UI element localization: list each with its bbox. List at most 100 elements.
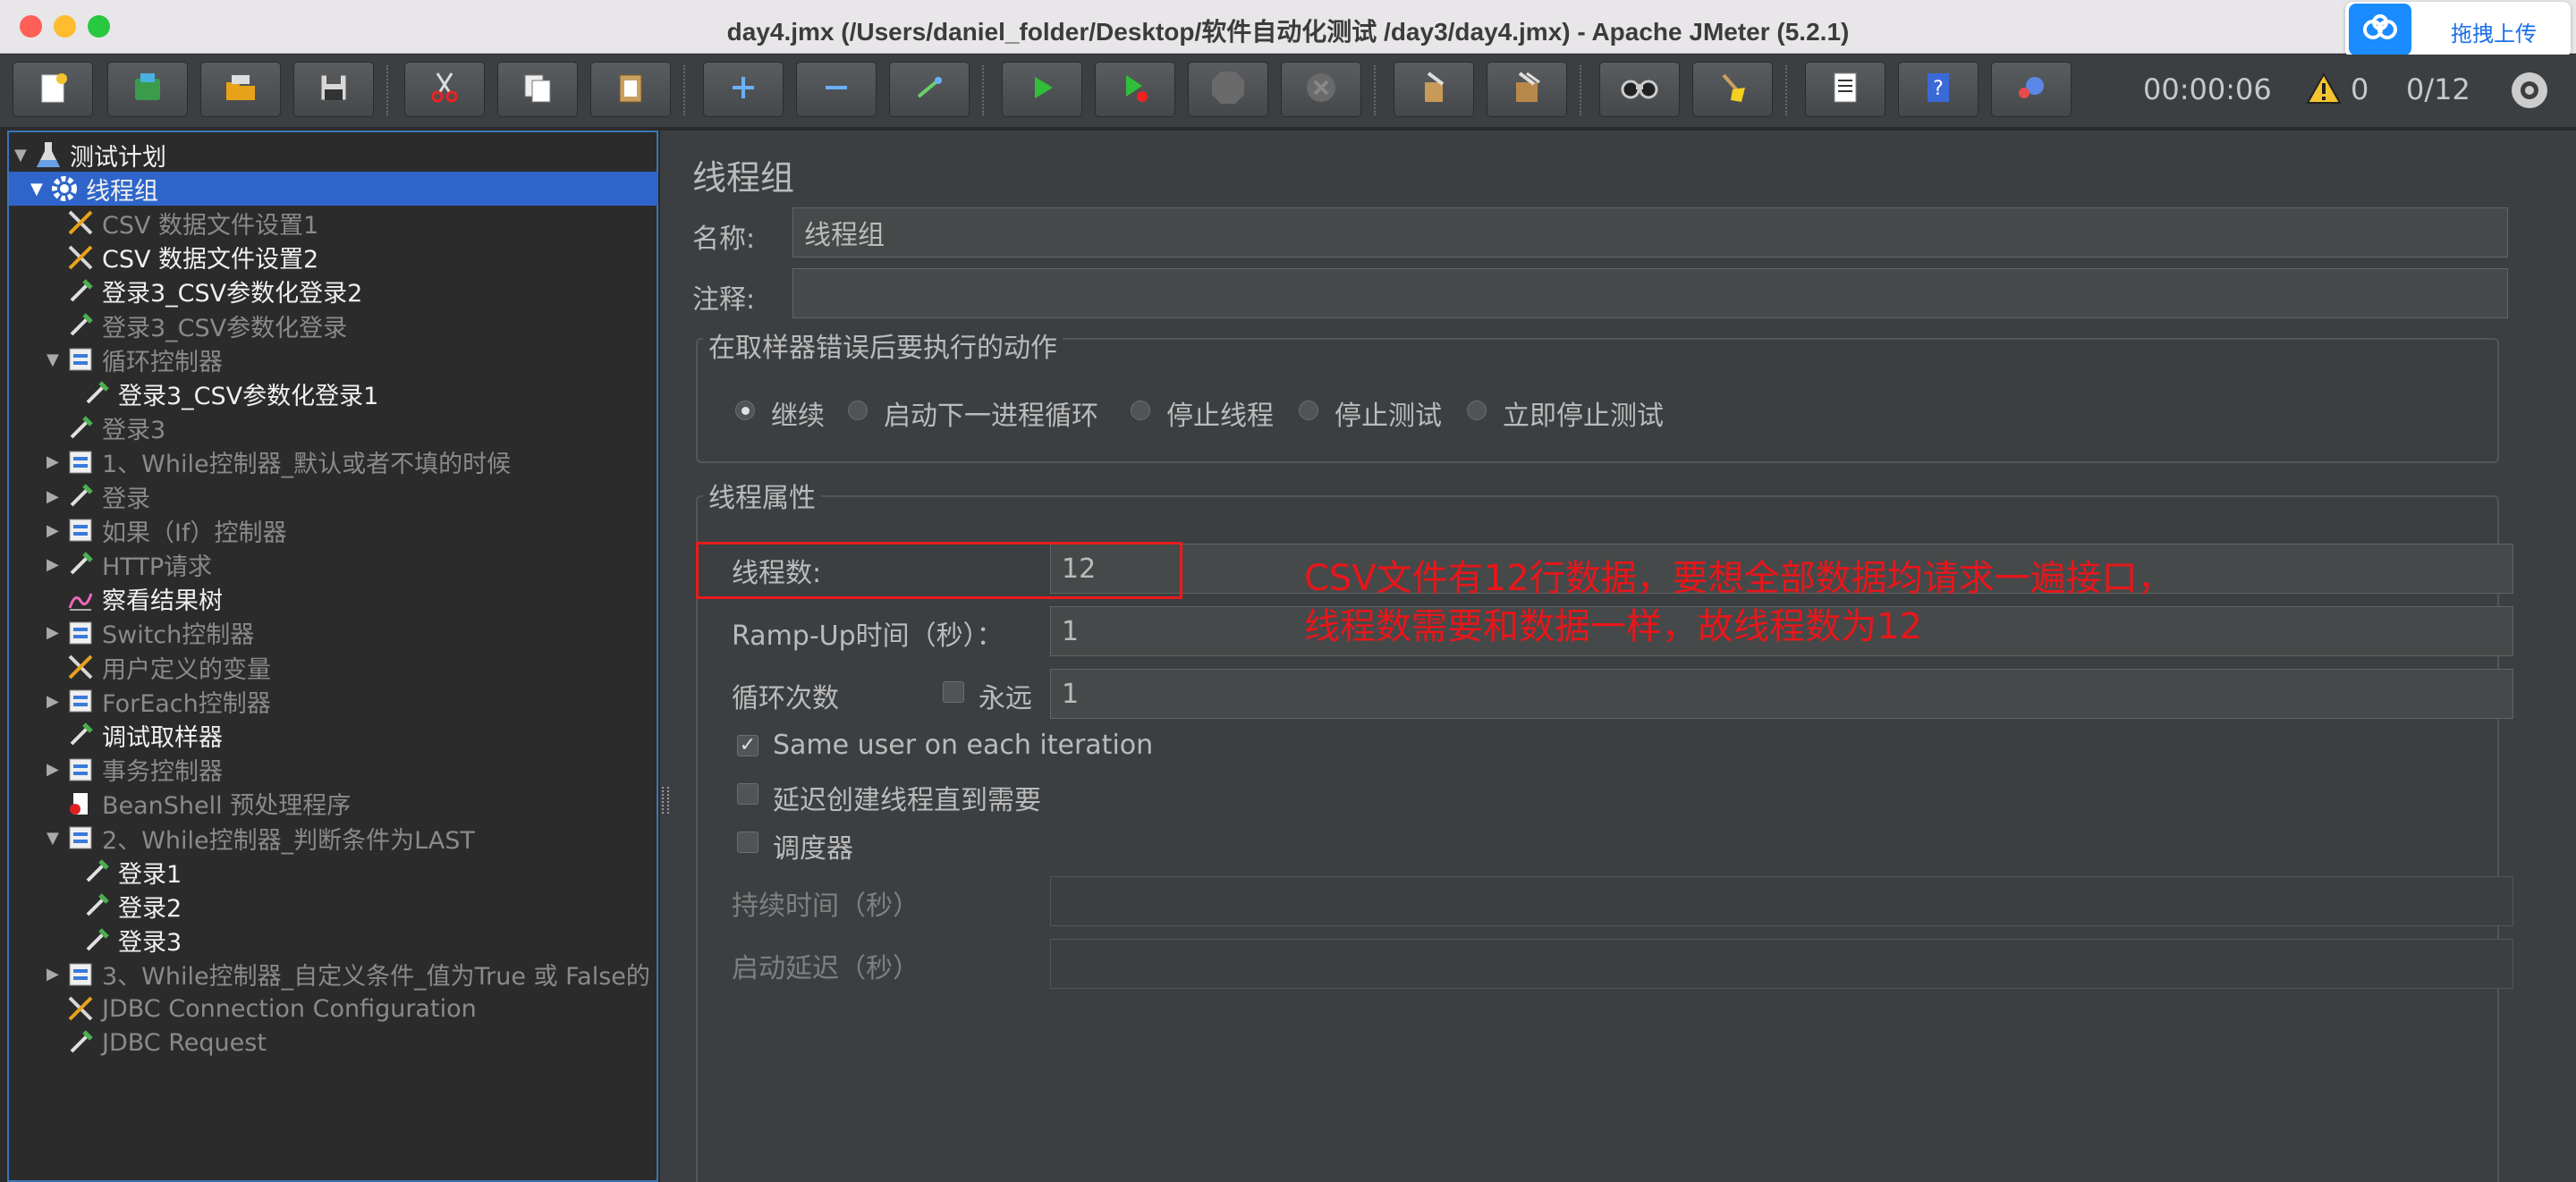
collapsed-arrow-icon[interactable]: ▶	[47, 555, 64, 574]
tree-item[interactable]: BeanShell 预处理程序	[47, 787, 653, 821]
stop-test-now-radio[interactable]	[1467, 401, 1487, 420]
collapsed-arrow-icon[interactable]: ▶	[47, 452, 64, 471]
scheduler-label[interactable]: 调度器	[773, 826, 853, 865]
tree-item[interactable]: JDBC Request	[47, 1026, 653, 1060]
tree-item[interactable]: ▶ 登录	[47, 479, 653, 513]
comment-input[interactable]	[792, 268, 2508, 318]
delay-thread-creation-checkbox[interactable]	[737, 783, 758, 805]
tree-item[interactable]: ▶ 1、While控制器_默认或者不填的时候	[47, 445, 653, 479]
tree-item[interactable]: 用户定义的变量	[47, 650, 653, 684]
toolbar-separator	[683, 65, 685, 115]
name-label: 名称:	[692, 224, 756, 255]
save-button[interactable]	[293, 62, 374, 117]
tree-item[interactable]: 登录3	[47, 411, 653, 445]
collapse-all-button[interactable]	[796, 62, 877, 117]
warning-icon[interactable]	[2306, 71, 2342, 110]
tree-item[interactable]: 登录2	[63, 889, 653, 923]
scheduler-checkbox[interactable]	[737, 832, 758, 853]
same-user-label[interactable]: Same user on each iteration	[773, 730, 1153, 761]
comment-label: 注释:	[692, 284, 756, 316]
stop-test-label[interactable]: 停止测试	[1335, 393, 1442, 433]
same-user-checkbox[interactable]: ✓	[737, 735, 758, 756]
remote-button[interactable]	[1991, 62, 2072, 117]
search-button[interactable]	[1599, 62, 1680, 117]
templates-button[interactable]	[107, 62, 188, 117]
expanded-arrow-icon[interactable]: ▼	[47, 829, 64, 848]
tree-item[interactable]: ▼ 循环控制器	[47, 342, 653, 376]
duration-input[interactable]	[1050, 876, 2513, 926]
tree-item[interactable]: ▶ ForEach控制器	[47, 684, 653, 718]
paste-button[interactable]	[590, 62, 671, 117]
stop-test-radio[interactable]	[1299, 401, 1318, 420]
name-input[interactable]: 线程组	[792, 207, 2508, 258]
tree-item[interactable]: ▶ 如果（If）控制器	[47, 513, 653, 547]
start-next-loop-radio[interactable]	[848, 401, 868, 420]
tree-item[interactable]: 登录3_CSV参数化登录1	[63, 376, 653, 410]
function-helper-icon	[1827, 70, 1863, 109]
tree-item[interactable]: JDBC Connection Configuration	[47, 992, 653, 1026]
open-button[interactable]	[200, 62, 281, 117]
tree-item[interactable]: 登录3	[63, 924, 653, 958]
stop-thread-label[interactable]: 停止线程	[1166, 393, 1274, 433]
tree-item-label: 登录2	[118, 894, 182, 923]
start-no-pause-button[interactable]	[1095, 62, 1175, 117]
tree-item[interactable]: 调试取样器	[47, 718, 653, 752]
tree-item[interactable]: ▼ 测试计划	[14, 138, 653, 172]
collapsed-arrow-icon[interactable]: ▶	[47, 623, 64, 642]
expanded-arrow-icon[interactable]: ▼	[47, 350, 64, 369]
tree-item-label: Switch控制器	[102, 621, 255, 650]
new-button[interactable]	[13, 62, 93, 117]
tree-item[interactable]: 察看结果树	[47, 582, 653, 616]
collapsed-arrow-icon[interactable]: ▶	[47, 760, 64, 779]
pipette-icon	[64, 309, 97, 342]
clear-all-button[interactable]	[1487, 62, 1567, 117]
tree-item[interactable]: 登录3_CSV参数化登录2	[47, 274, 653, 308]
tree-item-label: HTTP请求	[102, 553, 213, 581]
start-next-loop-label[interactable]: 启动下一进程循环	[884, 393, 1098, 433]
expand-all-button[interactable]	[703, 62, 784, 117]
loop-count-input[interactable]: 1	[1050, 669, 2513, 719]
cut-button[interactable]	[404, 62, 485, 117]
tree-item[interactable]: ▼ 2、While控制器_判断条件为LAST	[47, 821, 653, 855]
controller-icon	[64, 685, 97, 717]
tree-item[interactable]: ▶ 3、While控制器_自定义条件_值为True 或 False的	[47, 958, 653, 992]
tree-item[interactable]: 登录1	[63, 855, 653, 889]
splitter-grip-icon[interactable]	[662, 787, 669, 814]
forever-label[interactable]: 永远	[979, 676, 1032, 715]
startup-delay-input[interactable]	[1050, 939, 2513, 989]
save-icon	[316, 70, 352, 109]
expanded-arrow-icon[interactable]: ▼	[14, 146, 32, 165]
baidu-upload-widget[interactable]: 拖拽上传	[2345, 2, 2571, 57]
function-helper-button[interactable]	[1805, 62, 1885, 117]
stop-button[interactable]	[1188, 62, 1268, 117]
tree-item[interactable]: CSV 数据文件设置2	[47, 241, 653, 274]
tree-item-label: 登录	[102, 485, 150, 513]
help-button[interactable]: ?	[1898, 62, 1979, 117]
panel-splitter[interactable]	[660, 131, 671, 1182]
toggle-button[interactable]	[889, 62, 970, 117]
collapsed-arrow-icon[interactable]: ▶	[47, 965, 64, 984]
stop-thread-radio[interactable]	[1131, 401, 1150, 420]
collapsed-arrow-icon[interactable]: ▶	[47, 521, 64, 540]
shutdown-button[interactable]	[1281, 62, 1361, 117]
tree-item[interactable]: CSV 数据文件设置1	[47, 206, 653, 240]
expanded-arrow-icon[interactable]: ▼	[30, 180, 48, 198]
start-button[interactable]	[1002, 62, 1082, 117]
continue-label[interactable]: 继续	[771, 393, 825, 433]
clear-button[interactable]	[1394, 62, 1474, 117]
tree-item[interactable]: ▶ 事务控制器	[47, 753, 653, 787]
stop-test-now-label[interactable]: 立即停止测试	[1503, 393, 1664, 433]
forever-checkbox[interactable]	[943, 681, 964, 703]
continue-radio[interactable]	[735, 401, 755, 420]
tree-item[interactable]: ▶ Switch控制器	[47, 616, 653, 650]
remote-start-icon[interactable]	[2510, 71, 2549, 114]
tree-item[interactable]: 登录3_CSV参数化登录	[47, 308, 653, 342]
delay-thread-creation-label[interactable]: 延迟创建线程直到需要	[773, 778, 1041, 817]
reset-search-button[interactable]	[1692, 62, 1773, 117]
collapsed-arrow-icon[interactable]: ▶	[47, 487, 64, 506]
tree-item[interactable]: ▼ 线程组	[9, 172, 658, 207]
tree-item[interactable]: ▶ HTTP请求	[47, 547, 653, 581]
collapsed-arrow-icon[interactable]: ▶	[47, 692, 64, 711]
test-plan-tree[interactable]: ▼ 测试计划 ▼ 线程组 CSV 数据文件设置1 CSV 数据文件设置2 登录3_CSV参数…	[7, 131, 658, 1182]
copy-button[interactable]	[497, 62, 578, 117]
